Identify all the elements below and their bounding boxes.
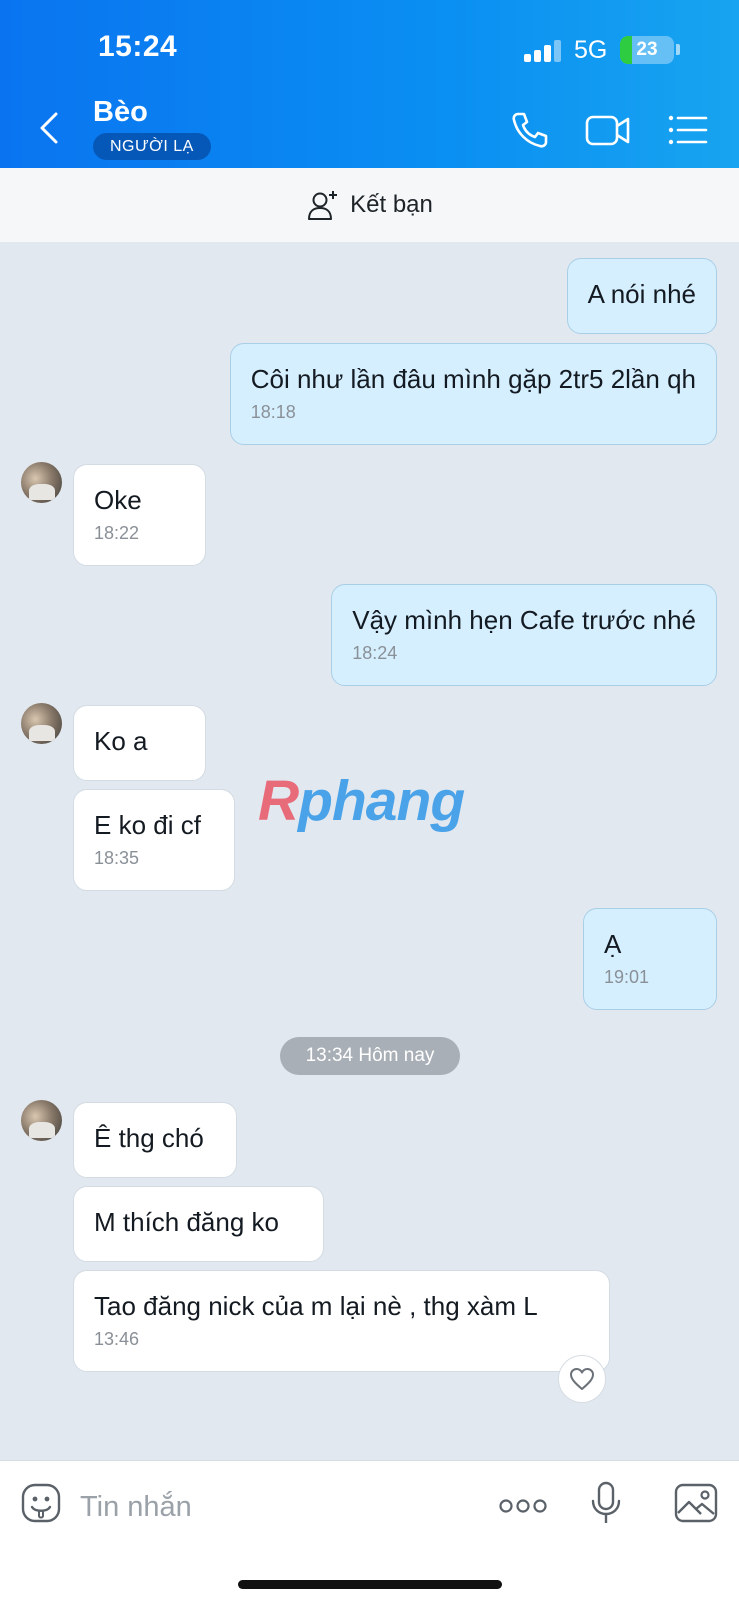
message-time: 18:22 [94,523,140,543]
message-bubble-incoming[interactable]: Ko a [73,705,206,781]
microphone-icon[interactable] [590,1481,622,1525]
message-bubble-incoming[interactable]: Ê thg chó [73,1102,237,1178]
message-text: Tao đăng nick của m lại nè , thg xàm L [94,1291,538,1321]
message-bubble-incoming[interactable]: Oke 18:22 [73,464,206,566]
message-time: 18:24 [352,643,398,663]
message-bubble-incoming[interactable]: Tao đăng nick của m lại nè , thg xàm L 1… [73,1270,610,1372]
message-time: 13:46 [94,1329,140,1349]
video-call-icon[interactable] [584,108,632,152]
stranger-badge: NGƯỜI LẠ [93,133,211,160]
message-time: 18:35 [94,848,140,868]
message-text: A nói nhé [587,279,696,309]
status-time: 15:24 [98,30,178,63]
message-text: Ạ [604,929,622,959]
battery-icon: 23 [620,36,674,64]
message-text: Ê thg chó [94,1123,204,1153]
message-text: Côi như lần đâu mình gặp 2tr5 2lần qh [250,364,696,394]
date-separator: 13:34 Hôm nay [280,1037,460,1075]
back-icon[interactable] [30,108,70,148]
network-label: 5G [574,36,608,64]
contact-name[interactable]: Bèo [93,96,148,129]
watermark-logo: Rphang [258,768,465,834]
battery-level: 23 [636,39,658,60]
signal-icon [524,40,562,62]
react-heart-button[interactable] [558,1355,606,1403]
message-text: M thích đăng ko [94,1207,279,1237]
watermark-text: phang [298,769,465,833]
message-bubble-outgoing[interactable]: Ạ 19:01 [583,908,717,1010]
home-indicator [238,1580,502,1589]
message-text: Oke [94,485,142,515]
emoji-icon[interactable] [21,1483,61,1523]
more-icon[interactable] [498,1491,548,1521]
message-bubble-incoming[interactable]: M thích đăng ko [73,1186,324,1262]
message-time: 18:18 [250,402,296,422]
message-bubble-outgoing[interactable]: A nói nhé [566,258,717,334]
add-friend-label: Kết bạn [350,191,433,218]
phone-icon[interactable] [508,108,552,152]
chat-header: 15:24 5G 23 Bèo NGƯỜI LẠ [0,0,739,168]
watermark-r: R [258,769,299,833]
contact-avatar[interactable] [21,462,62,503]
contact-avatar[interactable] [21,703,62,744]
contact-avatar[interactable] [21,1100,62,1141]
menu-list-icon[interactable] [666,108,710,152]
add-friend-icon [308,191,338,220]
message-text: E ko đi cf [94,810,201,840]
message-bubble-outgoing[interactable]: Côi như lần đâu mình gặp 2tr5 2lần qh 18… [229,343,717,445]
message-bubble-incoming[interactable]: E ko đi cf 18:35 [73,789,235,891]
add-friend-bar[interactable]: Kết bạn [0,168,739,242]
heart-icon [570,1368,594,1390]
message-input[interactable] [80,1489,460,1525]
battery-tip [676,44,680,55]
message-input-bar [0,1460,739,1600]
message-text: Ko a [94,726,148,756]
image-icon[interactable] [674,1483,718,1523]
message-time: 19:01 [604,967,650,987]
message-bubble-outgoing[interactable]: Vậy mình hẹn Cafe trước nhé 18:24 [331,584,717,686]
message-text: Vậy mình hẹn Cafe trước nhé [352,605,696,635]
